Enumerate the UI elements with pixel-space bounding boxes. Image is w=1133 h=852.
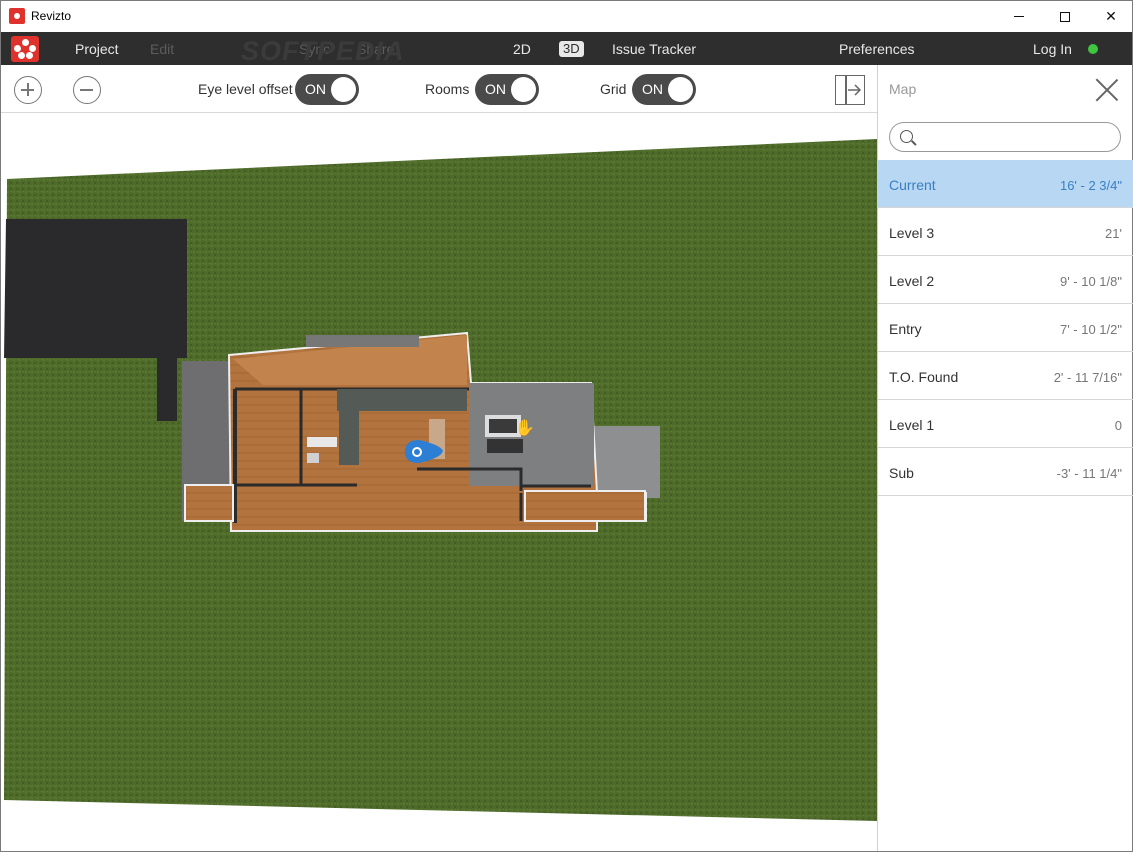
exit-map-button[interactable] — [835, 75, 865, 105]
softpedia-watermark: SOFTPEDIA — [241, 36, 405, 66]
menu-edit[interactable]: Edit — [150, 41, 174, 57]
rooms-toggle-state: ON — [485, 81, 506, 97]
minimize-icon — [1014, 16, 1024, 17]
close-icon: ✕ — [1105, 8, 1117, 24]
grid-toggle-state: ON — [642, 81, 663, 97]
window-title: Revizto — [31, 9, 72, 23]
level-list: Current 16' - 2 3/4" Level 3 21' Level 2… — [878, 160, 1133, 496]
zoom-in-button[interactable] — [14, 76, 42, 104]
title-bar: Revizto ✕ — [1, 1, 1132, 32]
rooms-label: Rooms — [425, 81, 470, 97]
revizto-logo-icon[interactable] — [11, 36, 39, 62]
maximize-button[interactable] — [1042, 1, 1088, 32]
map-panel: Map Current 16' - 2 3/4" Level 3 21' Lev… — [877, 65, 1133, 851]
level-elevation: 7' - 10 1/2" — [1059, 322, 1122, 337]
toggle-knob — [668, 77, 693, 102]
menu-issue-tracker[interactable]: Issue Tracker — [612, 41, 696, 57]
close-window-button[interactable]: ✕ — [1088, 1, 1133, 32]
grid-label: Grid — [600, 81, 627, 97]
eye-level-toggle-state: ON — [305, 81, 326, 97]
level-item-sub[interactable]: Sub -3' - 11 1/4" — [878, 448, 1133, 496]
map-panel-header: Map — [878, 65, 1132, 113]
zoom-out-button[interactable] — [73, 76, 101, 104]
level-name: Entry — [889, 321, 922, 337]
3d-viewport[interactable]: ✋ — [1, 113, 877, 851]
building-scene[interactable]: ✋ — [1, 113, 877, 851]
eye-level-offset-toggle[interactable]: ON — [295, 74, 359, 105]
arrow-right-icon — [848, 84, 862, 96]
revizto-app-icon — [9, 8, 25, 24]
level-elevation: 0 — [1114, 418, 1122, 433]
view-toolbar: Eye level offset ON Rooms ON Grid ON — [1, 65, 877, 113]
close-map-panel-button[interactable] — [1094, 77, 1120, 103]
rooms-toggle[interactable]: ON — [475, 74, 539, 105]
level-elevation: 9' - 10 1/8" — [1059, 274, 1122, 289]
search-icon — [900, 130, 913, 143]
toggle-knob — [511, 77, 536, 102]
minimize-button[interactable] — [996, 1, 1042, 32]
level-elevation: 2' - 11 7/16" — [1053, 370, 1122, 385]
level-elevation: -3' - 11 1/4" — [1056, 466, 1122, 481]
grid-toggle[interactable]: ON — [632, 74, 696, 105]
toggle-knob — [331, 77, 356, 102]
level-item-current[interactable]: Current 16' - 2 3/4" — [878, 160, 1133, 208]
level-search-box[interactable] — [889, 122, 1121, 152]
level-elevation: 16' - 2 3/4" — [1059, 178, 1122, 193]
online-status-indicator — [1088, 44, 1098, 54]
eye-level-offset-label: Eye level offset — [198, 81, 293, 97]
level-elevation: 21' — [1105, 226, 1122, 241]
level-name: Level 1 — [889, 417, 935, 433]
view-3d-button[interactable]: 3D — [559, 41, 584, 57]
level-item-to-found[interactable]: T.O. Found 2' - 11 7/16" — [878, 352, 1133, 400]
level-name: Level 2 — [889, 273, 935, 289]
menu-bar: Project Edit Sync Share SOFTPEDIA 2D 3D … — [1, 32, 1132, 66]
level-name: Current — [889, 177, 936, 193]
app-window: Revizto ✕ Project Edit Sync Share SOFTPE… — [0, 0, 1133, 852]
menu-preferences[interactable]: Preferences — [839, 41, 914, 57]
menu-project[interactable]: Project — [75, 41, 119, 57]
login-button[interactable]: Log In — [1033, 41, 1072, 57]
level-item-level-1[interactable]: Level 1 0 — [878, 400, 1133, 448]
level-item-entry[interactable]: Entry 7' - 10 1/2" — [878, 304, 1133, 352]
level-name: Level 3 — [889, 225, 935, 241]
map-panel-title: Map — [889, 81, 917, 97]
level-name: T.O. Found — [889, 369, 959, 385]
level-item-level-2[interactable]: Level 2 9' - 10 1/8" — [878, 256, 1133, 304]
level-item-level-3[interactable]: Level 3 21' — [878, 208, 1133, 256]
view-2d-button[interactable]: 2D — [513, 41, 531, 57]
level-search-input[interactable] — [920, 127, 1110, 147]
maximize-icon — [1060, 11, 1070, 22]
hand-cursor-icon: ✋ — [515, 418, 535, 437]
level-name: Sub — [889, 465, 914, 481]
